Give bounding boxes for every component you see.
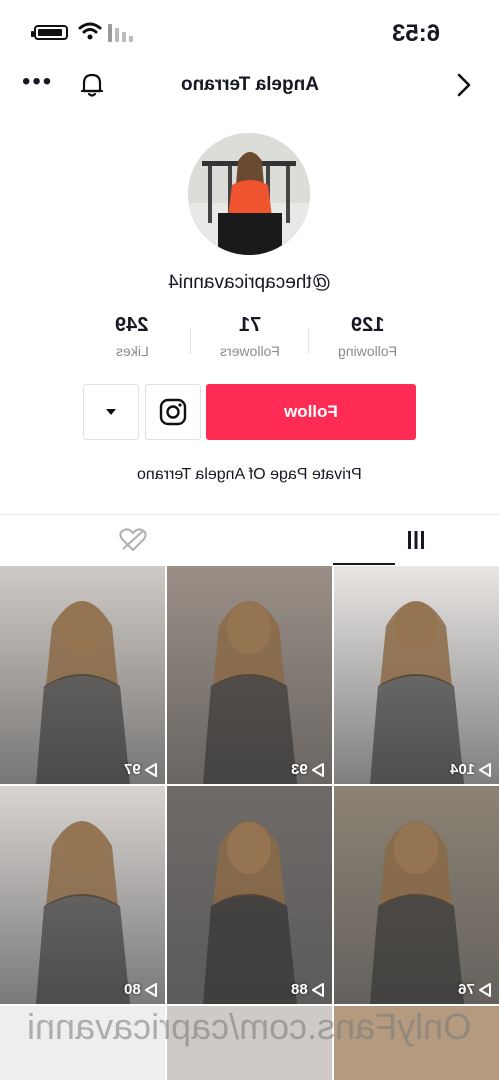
play-icon bbox=[145, 982, 157, 997]
video-view-count-value: 97 bbox=[124, 761, 141, 778]
play-icon bbox=[312, 982, 324, 997]
video-thumbnail bbox=[370, 601, 464, 784]
video-tile[interactable]: 93 bbox=[167, 566, 332, 784]
stat-followers-value: 71 bbox=[238, 314, 262, 336]
video-view-count: 76 bbox=[458, 981, 491, 998]
instagram-button[interactable] bbox=[145, 384, 201, 440]
video-view-count-value: 88 bbox=[291, 981, 308, 998]
avatar-image bbox=[188, 133, 310, 255]
tab-liked[interactable] bbox=[50, 515, 216, 565]
profile-bio: Private Page Of Angela Terrano bbox=[137, 466, 362, 483]
stat-following-label: Following bbox=[338, 343, 398, 359]
suggested-accounts-button[interactable] bbox=[83, 384, 139, 440]
video-tile[interactable]: 76 bbox=[334, 786, 499, 1004]
video-view-count-value: 93 bbox=[291, 761, 308, 778]
dropdown-caret-icon bbox=[106, 409, 116, 415]
stat-following[interactable]: 129 Following bbox=[308, 314, 428, 359]
play-icon bbox=[479, 762, 491, 777]
video-tile[interactable]: 104 bbox=[334, 566, 499, 784]
profile-stats: 129 Following 71 Followers 249 Likes bbox=[0, 314, 499, 374]
video-view-count: 93 bbox=[291, 761, 324, 778]
video-thumbnail bbox=[36, 821, 130, 1004]
video-view-count-value: 104 bbox=[449, 761, 475, 778]
stat-likes-label: Likes bbox=[115, 343, 149, 359]
watermark-text: OnlyFans.com/capricavanni bbox=[27, 1006, 472, 1047]
video-thumbnail bbox=[203, 821, 297, 1004]
status-bar: 6:53 bbox=[0, 0, 499, 64]
tab-active-indicator bbox=[333, 563, 395, 565]
video-thumbnail bbox=[203, 601, 297, 784]
stat-likes[interactable]: 249 Likes bbox=[72, 314, 192, 359]
video-view-count: 88 bbox=[291, 981, 324, 998]
tab-videos[interactable] bbox=[333, 515, 499, 565]
video-view-count-value: 80 bbox=[124, 981, 141, 998]
stat-likes-value: 249 bbox=[115, 314, 149, 336]
instagram-icon bbox=[159, 398, 187, 426]
stat-followers-label: Followers bbox=[220, 343, 280, 359]
video-tile[interactable]: 80 bbox=[0, 786, 165, 1004]
cellular-signal-icon bbox=[108, 24, 133, 42]
status-time: 6:53 bbox=[392, 20, 441, 47]
play-icon bbox=[145, 762, 157, 777]
video-tile[interactable]: 97 bbox=[0, 566, 165, 784]
profile-title: Angela Terrano bbox=[180, 74, 319, 95]
profile-tabs bbox=[0, 514, 499, 565]
stat-followers[interactable]: 71 Followers bbox=[190, 314, 310, 359]
stat-following-value: 129 bbox=[351, 314, 385, 336]
video-view-count: 80 bbox=[124, 981, 157, 998]
play-icon bbox=[312, 762, 324, 777]
video-thumbnail bbox=[36, 601, 130, 784]
video-view-count-value: 76 bbox=[458, 981, 475, 998]
wifi-icon bbox=[78, 22, 102, 40]
liked-heart-icon bbox=[119, 528, 147, 552]
back-chevron-icon[interactable] bbox=[456, 72, 472, 98]
avatar[interactable] bbox=[188, 133, 310, 255]
battery-icon bbox=[31, 25, 68, 40]
bell-icon[interactable] bbox=[80, 72, 104, 98]
more-icon[interactable]: ••• bbox=[22, 68, 53, 96]
profile-handle: @thecapricavanni4 bbox=[168, 272, 331, 293]
play-icon bbox=[479, 982, 491, 997]
grid-icon bbox=[408, 531, 424, 549]
video-view-count: 104 bbox=[450, 761, 491, 778]
follow-button[interactable]: Follow bbox=[206, 384, 416, 440]
video-view-count: 97 bbox=[124, 761, 157, 778]
profile-header: Angela Terrano ••• bbox=[0, 64, 499, 108]
video-tile[interactable]: 88 bbox=[167, 786, 332, 1004]
video-thumbnail bbox=[370, 821, 464, 1004]
